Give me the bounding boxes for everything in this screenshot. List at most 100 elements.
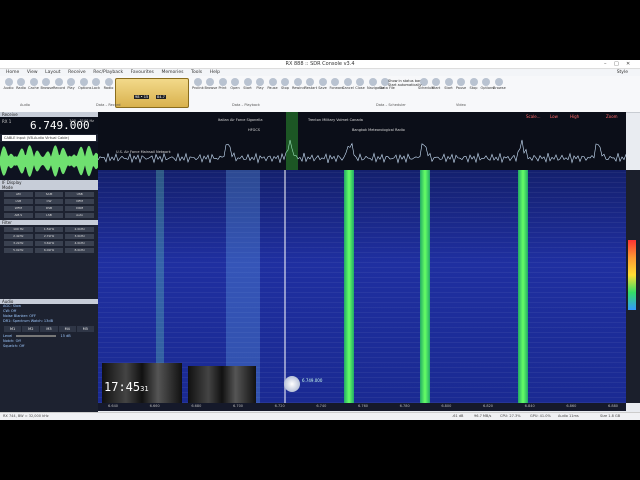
ribbon-button-19[interactable]: Save [317,78,328,90]
ribbon-button-icon [368,78,377,86]
mode-button-5[interactable]: NFM [65,199,94,204]
close-button[interactable]: ✕ [626,61,630,67]
mode-button-11[interactable]: Auto [65,213,94,218]
mode-button-8[interactable]: DRM [65,206,94,211]
tuning-marker[interactable] [286,112,298,170]
annotation-trenton: Trenton Military Volmet Canada [308,118,363,122]
high-button[interactable]: High [570,114,579,119]
ribbon-button-17[interactable]: Rewind [292,78,305,90]
filter-button-11[interactable]: 8.0kHz [65,248,94,253]
menu-receive[interactable]: Receive [68,69,86,76]
mode-button-9[interactable]: AM-S [4,213,33,218]
filter-button-2[interactable]: 2.0kHz [65,227,94,232]
menu-help[interactable]: Help [210,69,220,76]
ribbon-button-label: Stop [469,86,478,90]
filter-button-0[interactable]: 100 Hz [4,227,33,232]
color-scale-bar[interactable] [626,170,640,403]
ribbon-button-12[interactable]: Open [230,78,241,90]
ribbon-button-1[interactable]: Radio [16,78,27,90]
ribbon-button-9[interactable]: Prolink [192,78,204,90]
ribbon-button-31[interactable]: Browse [493,78,506,90]
filter-button-3[interactable]: 2.4kHz [4,234,33,239]
mode-button-7[interactable]: DSB [34,206,64,211]
squelch-status[interactable]: Squelch: Off [0,344,98,349]
memory-button-3[interactable]: M4 [58,326,76,332]
ribbon-button-29[interactable]: Stop [468,78,479,90]
ribbon-button-icon [356,78,364,86]
group-audio: Audio [20,103,30,107]
ribbon-button-11[interactable]: Print [217,78,228,90]
spectrum-display[interactable]: Scale... Low High Zoom Italian Air Force… [98,112,626,170]
ribbon-button-3[interactable]: Browse [41,78,53,90]
ribbon-button-label: Open [230,86,240,90]
ribbon-button-13[interactable]: Start [242,78,253,90]
memory-button-2[interactable]: M3 [40,326,58,332]
filter-button-5[interactable]: 3.0kHz [65,234,94,239]
speaker-icon[interactable] [284,376,300,392]
mode-button-1[interactable]: SAM [34,192,64,197]
mode-button-2[interactable]: USB [65,192,94,197]
ribbon-button-14[interactable]: Play [255,78,266,90]
ribbon-button-label: Close [355,86,365,90]
ribbon-button-30[interactable]: Options [481,78,494,90]
status-bandwidth: RX 744, BW = 32,000 kHz [3,414,49,418]
rx-label: RX 1 [2,119,12,124]
status-gpu: GPU: 41.0% [530,414,551,418]
ribbon-button-2[interactable]: Cache [28,78,39,90]
filter-button-6[interactable]: 3.2kHz [4,241,33,246]
minimize-button[interactable]: – [604,61,607,67]
ribbon-button-label: Lock [92,86,100,90]
level-slider[interactable] [16,335,57,337]
memory-button-1[interactable]: M2 [22,326,40,332]
zoom-button[interactable]: Zoom [606,114,618,119]
filter-button-4[interactable]: 2.7kHz [34,234,64,239]
ribbon-button-8[interactable]: Radio [103,78,114,90]
filter-button-7[interactable]: 3.6kHz [34,241,64,246]
audio-device-select[interactable]: CABLE Input (VB-Audio Virtual Cable) [2,135,96,141]
ribbon-button-5[interactable]: Play [66,78,77,90]
menu-favourites[interactable]: Favourites [131,69,154,76]
frequency-scale[interactable]: 6.640 6.660 6.680 6.700 6.720 6.740 6.760 6.780… [98,403,626,411]
menu-rec-playback[interactable]: Rec/Playback [93,69,123,76]
filter-button-10[interactable]: 6.0kHz [34,248,64,253]
mode-button-6[interactable]: WFM [4,206,33,211]
filter-button-8[interactable]: 4.0kHz [65,241,94,246]
mode-button-10[interactable]: LSB [34,213,64,218]
memory-button-4[interactable]: M5 [76,326,95,332]
memory-button-0[interactable]: M1 [4,326,22,332]
ribbon-button-21[interactable]: Cancel [342,78,354,90]
menu-view[interactable]: View [27,69,38,76]
ribbon-button-15[interactable]: Pause [267,78,278,90]
ribbon-button-23[interactable]: Navigator [367,78,384,90]
mode-button-3[interactable]: LSB [4,199,33,204]
ribbon-button-20[interactable]: Forward [330,78,344,90]
ribbon-button-7[interactable]: Lock [91,78,102,90]
ribbon-button-16[interactable]: Stop [280,78,291,90]
ribbon-button-label: Pause [455,86,467,90]
ribbon-button-18[interactable]: Restart [305,78,317,90]
color-gradient [628,240,636,310]
ribbon-button-6[interactable]: Options [78,78,92,90]
menu-layout[interactable]: Layout [45,69,60,76]
start-automatically-checkbox[interactable]: Start automatically [388,83,422,87]
mode-button-0[interactable]: AM [4,192,33,197]
maximize-button[interactable]: □ [614,61,619,67]
frequency-dial[interactable]: 98 • 15 84.7 [115,78,189,108]
filter-button-9[interactable]: 5.0kHz [4,248,33,253]
ribbon-button-10[interactable]: Browse [205,78,217,90]
ribbon-button-28[interactable]: Pause [456,78,467,90]
menu-memories[interactable]: Memories [161,69,183,76]
ribbon-button-22[interactable]: Close [355,78,366,90]
frequency-display[interactable]: RX 1 100 - 3100 Hz 6.749.000 [0,117,98,134]
low-button[interactable]: Low [550,114,558,119]
style-menu[interactable]: Style [617,69,628,76]
menu-home[interactable]: Home [6,69,19,76]
mode-button-4[interactable]: CW [34,199,64,204]
ribbon-button-0[interactable]: Audio [3,78,14,90]
ribbon-button-27[interactable]: Start [443,78,454,90]
ribbon-button-26[interactable]: Start [431,78,442,90]
menu-tools[interactable]: Tools [191,69,202,76]
ribbon-button-4[interactable]: Record [53,78,65,90]
scale-button[interactable]: Scale... [526,114,541,119]
filter-button-1[interactable]: 1.5kHz [34,227,64,232]
